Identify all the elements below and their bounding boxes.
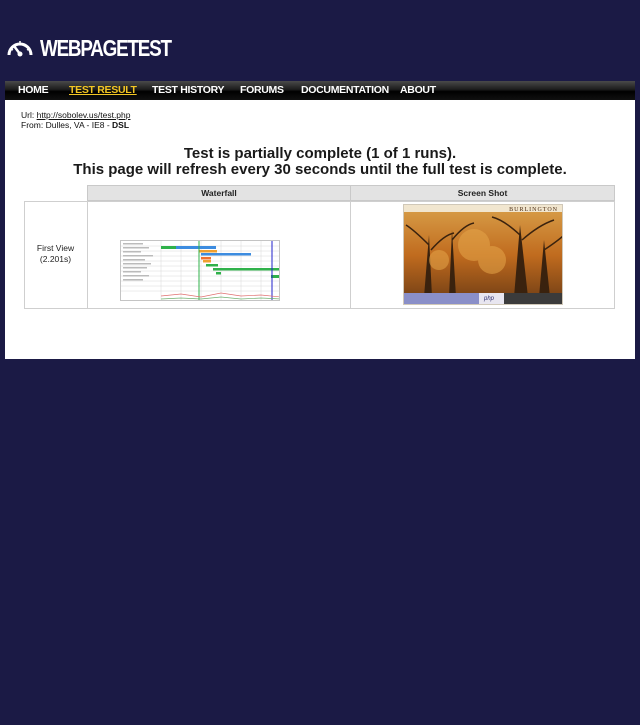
from-label: From:: [21, 120, 44, 130]
status-line-1: Test is partially complete (1 of 1 runs)…: [183, 145, 457, 162]
test-status: Test is partially complete (1 of 1 runs)…: [5, 146, 635, 178]
autumn-trees-image: [404, 205, 562, 304]
first-view-time: (2.201s): [39, 254, 72, 264]
main-nav: HOME TEST RESULT TEST HISTORY FORUMS DOC…: [5, 81, 635, 100]
test-meta: Url: http://sobolev.us/test.php From: Du…: [21, 110, 130, 130]
logo-wordmark: WEBPAGETEST: [40, 35, 172, 61]
test-url-line: Url: http://sobolev.us/test.php: [21, 110, 130, 120]
connection-type: DSL: [112, 120, 130, 130]
test-from-line: From: Dulles, VA - IE8 - DSL: [21, 120, 130, 130]
nav-test-history[interactable]: TEST HISTORY: [152, 84, 225, 96]
screenshot-brand-text: BURLINGTON: [509, 207, 558, 213]
status-line-2: This page will refresh every 30 seconds …: [73, 161, 567, 178]
waterfall-graphic: [121, 241, 279, 300]
waterfall-header: Waterfall: [87, 185, 351, 201]
test-url-link[interactable]: http://sobolev.us/test.php: [37, 110, 131, 120]
nav-test-result[interactable]: TEST RESULT: [69, 84, 137, 96]
first-view-title: First View: [36, 243, 75, 253]
screenshot-thumbnail[interactable]: BURLINGTON php: [403, 204, 563, 305]
nav-about[interactable]: ABOUT: [400, 84, 436, 96]
logo-rest: PAGETEST: [80, 35, 172, 61]
from-location: Dulles, VA - IE8 -: [45, 120, 110, 130]
logo-bold: WEB: [40, 35, 82, 61]
first-view-label: First View (2.201s): [24, 243, 87, 265]
nav-forums[interactable]: FORUMS: [240, 84, 284, 96]
nav-home[interactable]: HOME: [18, 84, 49, 96]
waterfall-thumbnail[interactable]: [120, 240, 280, 301]
speedometer-icon: [7, 41, 33, 57]
main-content: Url: http://sobolev.us/test.php From: Du…: [5, 100, 635, 359]
screenshot-header: Screen Shot: [350, 185, 615, 201]
screenshot-logo-text: php: [484, 296, 495, 302]
url-label: Url:: [21, 110, 35, 120]
webpagetest-logo[interactable]: WEBPAGETEST: [6, 35, 199, 61]
column-divider: [87, 201, 88, 309]
column-divider: [350, 201, 351, 309]
nav-documentation[interactable]: DOCUMENTATION: [301, 84, 389, 96]
